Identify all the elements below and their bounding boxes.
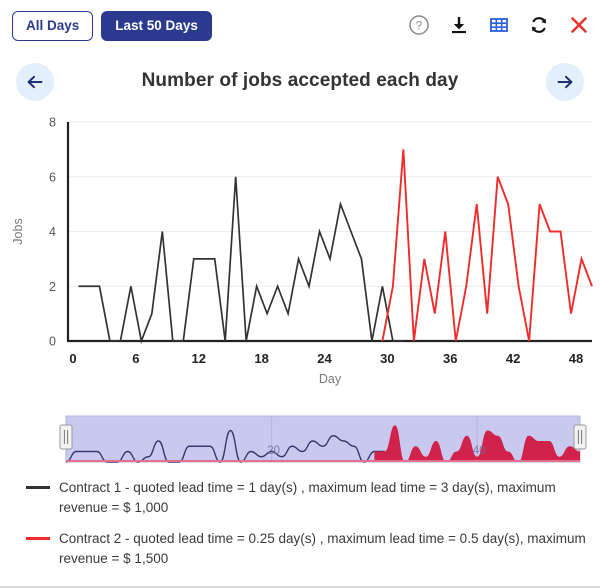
y-tick-label: 6	[49, 170, 56, 184]
legend-swatch-contract-1	[26, 486, 50, 489]
navigator-tick-label: 40	[473, 445, 486, 457]
arrow-right-icon	[557, 75, 573, 89]
x-tick-label: 0	[69, 351, 76, 366]
close-icon[interactable]	[566, 12, 592, 38]
legend-item[interactable]: Contract 2 - quoted lead time = 0.25 day…	[26, 529, 600, 568]
help-icon[interactable]: ?	[406, 12, 432, 38]
legend-label-contract-2: Contract 2 - quoted lead time = 0.25 day…	[59, 531, 586, 566]
x-tick-label: 48	[569, 351, 583, 366]
all-days-button[interactable]: All Days	[12, 10, 94, 42]
toolbar-icon-group: ?	[406, 12, 592, 38]
chart-panel: All Days Last 50 Days ? Number of jobs a…	[0, 0, 600, 588]
y-tick-label: 8	[49, 116, 56, 130]
range-navigator[interactable]: 20 40	[0, 406, 600, 474]
navigator-tick-label: 20	[267, 445, 280, 457]
title-row: Number of jobs accepted each day	[0, 58, 600, 116]
arrow-left-icon	[27, 75, 43, 89]
y-tick-label: 4	[49, 225, 56, 239]
brush-handle-right[interactable]	[573, 424, 587, 450]
x-axis-label: Day	[319, 372, 342, 386]
x-tick-label: 36	[443, 351, 457, 366]
legend-item[interactable]: Contract 1 - quoted lead time = 1 day(s)…	[26, 478, 600, 517]
refresh-icon[interactable]	[526, 12, 552, 38]
next-chart-button[interactable]	[546, 63, 584, 101]
range-button-group: All Days Last 50 Days	[12, 10, 212, 42]
last-50-days-button[interactable]: Last 50 Days	[101, 10, 212, 42]
table-icon[interactable]	[486, 12, 512, 38]
page-title: Number of jobs accepted each day	[141, 70, 459, 91]
x-tick-label: 30	[380, 351, 394, 366]
brush-handle-left[interactable]	[59, 424, 73, 450]
x-tick-label: 12	[192, 351, 206, 366]
legend-label-contract-1: Contract 1 - quoted lead time = 1 day(s)…	[59, 480, 556, 515]
series-line-1[interactable]	[78, 176, 404, 345]
x-tick-label: 24	[317, 351, 332, 366]
svg-text:?: ?	[416, 21, 422, 33]
legend-swatch-contract-2	[26, 537, 50, 540]
download-icon[interactable]	[446, 12, 472, 38]
x-tick-label: 18	[254, 351, 268, 366]
main-chart[interactable]: 0 2 4 6 8 0 6 12 18 24 30 36 42 48 Day Jobs	[0, 110, 600, 400]
x-tick-label: 42	[506, 351, 520, 366]
chart-legend: Contract 1 - quoted lead time = 1 day(s)…	[0, 478, 600, 580]
y-tick-label: 2	[49, 280, 56, 294]
prev-chart-button[interactable]	[16, 63, 54, 101]
toolbar: All Days Last 50 Days ?	[0, 0, 600, 52]
x-tick-label: 6	[132, 351, 139, 366]
y-tick-label: 0	[49, 335, 56, 349]
series-line-2[interactable]	[381, 149, 593, 342]
y-axis-label: Jobs	[11, 218, 25, 244]
